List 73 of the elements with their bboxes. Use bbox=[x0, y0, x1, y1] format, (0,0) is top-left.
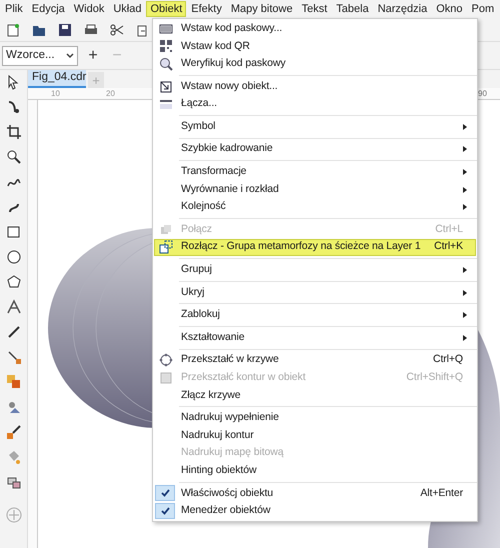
submenu-arrow-icon bbox=[463, 146, 467, 152]
menu-item[interactable]: Kolejność bbox=[154, 198, 476, 216]
menu-bar-item[interactable]: Efekty bbox=[187, 1, 226, 17]
submenu-arrow-icon bbox=[463, 312, 467, 318]
menu-item[interactable]: Nadrukuj kontur bbox=[154, 426, 476, 444]
menu-item[interactable]: Symbol bbox=[154, 118, 476, 136]
menu-bar-item[interactable]: Narzędzia bbox=[374, 1, 432, 17]
save-icon[interactable] bbox=[58, 22, 72, 36]
document-tab[interactable]: Fig_04.cdr bbox=[28, 70, 86, 88]
ruler-label: 20 bbox=[106, 88, 115, 100]
add-preset-button[interactable]: + bbox=[84, 46, 102, 66]
menu-item[interactable]: Nadrukuj wypełnienie bbox=[154, 409, 476, 427]
menu-item[interactable]: Kształtowanie bbox=[154, 328, 476, 346]
menu-bar-item[interactable]: Tabela bbox=[332, 1, 373, 17]
crop-tool-icon[interactable] bbox=[6, 124, 22, 140]
menu-item[interactable]: Zablokuj bbox=[154, 306, 476, 324]
menu-item[interactable]: Szybkie kadrowanie bbox=[154, 140, 476, 158]
menu-bar-item[interactable]: Mapy bitowe bbox=[226, 1, 297, 17]
submenu-arrow-icon bbox=[463, 290, 467, 296]
outline-object-icon bbox=[159, 370, 173, 385]
menu-bar-item[interactable]: Edycja bbox=[28, 1, 69, 17]
submenu-arrow-icon bbox=[463, 266, 467, 273]
print-icon[interactable] bbox=[84, 22, 98, 36]
rectangle-tool-icon[interactable] bbox=[6, 224, 22, 240]
blend-tool-icon[interactable] bbox=[6, 374, 22, 390]
submenu-arrow-icon bbox=[463, 186, 467, 193]
curve-circle-icon bbox=[159, 353, 173, 368]
ellipse-tool-icon[interactable] bbox=[6, 249, 22, 265]
menu-bar-item[interactable]: Układ bbox=[109, 1, 146, 17]
zoom-tool-icon[interactable] bbox=[6, 149, 22, 165]
menu-item[interactable]: Weryfikuj kod paskowy bbox=[154, 55, 476, 73]
submenu-arrow-icon bbox=[463, 334, 467, 341]
connector-tool-icon[interactable] bbox=[6, 349, 22, 365]
submenu-arrow-icon bbox=[463, 204, 467, 210]
menu-item[interactable]: Wstaw nowy obiekt... bbox=[154, 78, 476, 96]
menu-bar-item[interactable]: Tekst bbox=[298, 1, 332, 17]
ruler-label: 90 bbox=[478, 88, 487, 100]
submenu-arrow-icon bbox=[463, 124, 467, 130]
menu-item[interactable]: Rozłącz - Grupa metamorfozy na ścieżce na Layer 1 Ctrl+K bbox=[154, 238, 476, 256]
dimension-tool-icon[interactable] bbox=[6, 324, 22, 340]
menu-item[interactable]: Łącza... bbox=[154, 95, 476, 113]
menu-item[interactable]: Złącz krzywe bbox=[154, 386, 476, 404]
text-tool-icon[interactable] bbox=[6, 299, 22, 315]
menu-item[interactable]: Hinting obiektów bbox=[154, 462, 476, 480]
menu-item[interactable]: Właściwoścj obiektu Alt+Enter bbox=[154, 484, 476, 502]
eyedropper-tool-icon[interactable] bbox=[6, 424, 22, 440]
new-document-icon[interactable] bbox=[6, 22, 20, 36]
menu-item[interactable]: Grupuj bbox=[154, 261, 476, 279]
scissors-icon[interactable] bbox=[110, 22, 124, 36]
dropdown-value: Wzorce... bbox=[6, 48, 55, 63]
ruler-label: 10 bbox=[51, 88, 60, 100]
barcode-icon bbox=[159, 22, 173, 36]
menu-bar-item[interactable]: Okno bbox=[432, 1, 467, 17]
menu-item[interactable]: Transformacje bbox=[154, 163, 476, 181]
insert-object-icon bbox=[159, 80, 173, 94]
links-icon bbox=[159, 97, 173, 112]
break-apart-icon bbox=[159, 240, 173, 254]
menu-bar-item[interactable]: Widok bbox=[70, 1, 108, 17]
magnifier-icon bbox=[159, 56, 173, 71]
polygon-tool-icon[interactable] bbox=[6, 274, 22, 290]
menu-item[interactable]: Ukryj bbox=[154, 284, 476, 302]
menu-item[interactable]: Wstaw kod QR bbox=[154, 38, 476, 56]
chevron-down-icon bbox=[66, 52, 74, 58]
menu-item[interactable]: Menedżer obiektów bbox=[154, 502, 476, 520]
menu-item[interactable]: Przekształć w krzywe Ctrl+Q bbox=[154, 352, 476, 370]
menu-bar-item[interactable]: Pom bbox=[468, 1, 498, 17]
menu-bar-item[interactable]: Obiekt bbox=[146, 1, 186, 17]
menu-bar-item[interactable]: Plik bbox=[1, 1, 27, 17]
qr-code-icon bbox=[159, 39, 173, 54]
menu-item[interactable]: Wyrównanie i rozkład bbox=[154, 180, 476, 198]
preset-dropdown[interactable]: Wzorce... bbox=[2, 46, 78, 66]
submenu-arrow-icon bbox=[463, 168, 467, 175]
combine-icon bbox=[159, 222, 173, 237]
